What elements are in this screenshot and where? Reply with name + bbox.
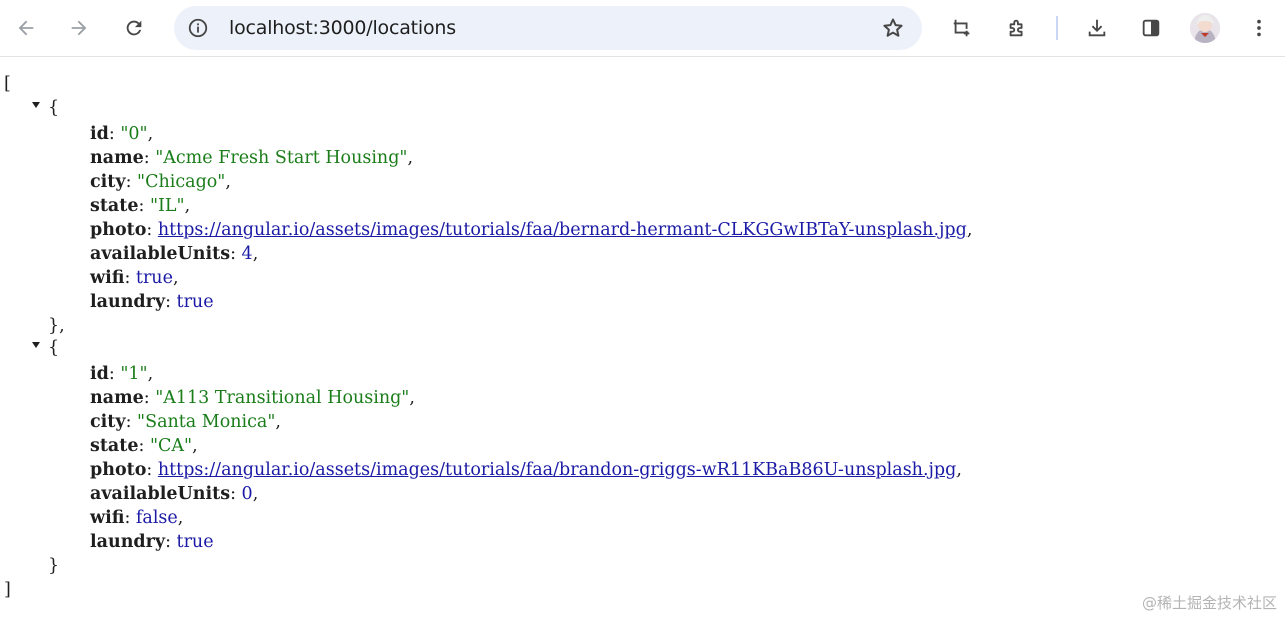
- json-viewer: [ { id: "0", name: "Acme Fresh Start Hou…: [0, 62, 1285, 621]
- photo-link[interactable]: https://angular.io/assets/images/tutoria…: [158, 220, 967, 240]
- object-open-brace: {: [48, 98, 60, 118]
- back-arrow-icon[interactable]: [10, 12, 42, 44]
- json-row: wifi: false,: [90, 508, 184, 528]
- watermark: @稀土掘金技术社区: [1141, 594, 1277, 612]
- bookmark-star-icon[interactable]: [880, 15, 906, 41]
- object-close-brace: },: [48, 316, 65, 336]
- download-icon[interactable]: [1081, 12, 1113, 44]
- json-row: availableUnits: 4,: [90, 244, 259, 264]
- profile-avatar[interactable]: [1190, 13, 1220, 43]
- json-row: city: "Santa Monica",: [90, 412, 281, 432]
- address-bar[interactable]: localhost:3000/locations: [174, 6, 922, 50]
- screenshot-crop-icon[interactable]: [946, 12, 978, 44]
- object-close-brace: }: [48, 556, 60, 576]
- json-row: name: "Acme Fresh Start Housing",: [90, 148, 414, 168]
- site-info-icon[interactable]: [186, 16, 210, 40]
- object-open-brace: {: [48, 338, 60, 358]
- json-row: laundry: true: [90, 292, 214, 312]
- more-menu-icon[interactable]: [1243, 12, 1275, 44]
- json-row: id: "0",: [90, 124, 154, 144]
- json-row: laundry: true: [90, 532, 214, 552]
- json-row: photo: https://angular.io/assets/images/…: [90, 220, 973, 240]
- json-row: name: "A113 Transitional Housing",: [90, 388, 415, 408]
- collapse-triangle-icon[interactable]: [32, 342, 40, 348]
- extensions-puzzle-icon[interactable]: [1001, 12, 1033, 44]
- json-row: state: "IL",: [90, 196, 191, 216]
- url-text[interactable]: localhost:3000/locations: [229, 17, 456, 39]
- json-row: wifi: true,: [90, 268, 179, 288]
- json-row: state: "CA",: [90, 436, 198, 456]
- json-row: city: "Chicago",: [90, 172, 231, 192]
- json-row: photo: https://angular.io/assets/images/…: [90, 460, 962, 480]
- forward-arrow-icon[interactable]: [63, 12, 95, 44]
- collapse-triangle-icon[interactable]: [32, 102, 40, 108]
- side-panel-icon[interactable]: [1135, 12, 1167, 44]
- json-row: id: "1",: [90, 364, 154, 384]
- toolbar-separator: [1056, 16, 1058, 40]
- json-row: availableUnits: 0,: [90, 484, 259, 504]
- array-close-bracket: ]: [4, 580, 11, 600]
- photo-link[interactable]: https://angular.io/assets/images/tutoria…: [158, 460, 956, 480]
- array-open-bracket: [: [4, 74, 11, 94]
- reload-icon[interactable]: [118, 12, 150, 44]
- browser-toolbar: localhost:3000/locations: [0, 0, 1285, 57]
